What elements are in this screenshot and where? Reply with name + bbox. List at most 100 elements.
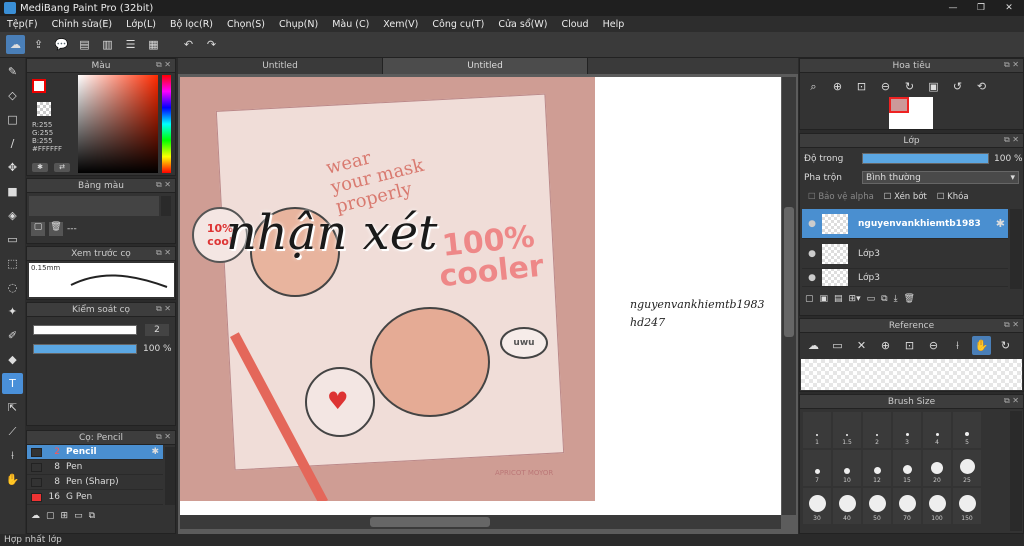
redo-icon[interactable]: ↷ <box>202 35 221 54</box>
visibility-icon[interactable]: ● <box>802 273 822 283</box>
horizontal-scrollbar[interactable] <box>180 515 781 529</box>
brush-size-preset[interactable]: 40 <box>833 488 861 524</box>
panel-expand-icon[interactable]: ⧉ ✕ <box>1004 320 1019 330</box>
duplicate-icon[interactable]: ⧉ <box>89 511 95 521</box>
protect-alpha-checkbox[interactable]: ☐ Bảo vệ alpha <box>808 192 874 202</box>
reference-image-area[interactable] <box>801 359 1022 390</box>
actual-size-icon[interactable]: ▣ <box>924 77 943 96</box>
document-icon[interactable]: ▤ <box>75 35 94 54</box>
navigator-thumbnail[interactable] <box>889 97 933 129</box>
brush-size-preset[interactable]: 3 <box>893 412 921 448</box>
layer-row[interactable]: ● nguyenvankhiemtb1983 ✱ <box>802 209 1008 239</box>
swap-color-icon[interactable]: ⇄ <box>54 163 70 172</box>
select-rect-icon[interactable]: ⬚ <box>2 253 23 274</box>
line-tool-icon[interactable]: ∕ <box>2 133 23 154</box>
brush-size-preset[interactable]: 7 <box>803 450 831 486</box>
hand-icon[interactable]: ✋ <box>972 336 991 355</box>
hand-tool-icon[interactable]: ✋ <box>2 469 23 490</box>
brush-size-slider[interactable] <box>33 325 137 335</box>
brush-size-preset[interactable]: 100 <box>923 488 951 524</box>
eyedropper-icon[interactable]: ⟊ <box>2 445 23 466</box>
maximize-button[interactable]: ❐ <box>970 1 992 14</box>
panel-expand-icon[interactable]: ⧉ ✕ <box>1004 396 1019 406</box>
shape-tool-icon[interactable]: □ <box>2 109 23 130</box>
layer-scrollbar[interactable] <box>1010 209 1022 289</box>
brush-size-value[interactable]: 2 <box>145 324 169 336</box>
panel-expand-icon[interactable]: ⧉ ✕ <box>156 248 171 258</box>
background-color-swatch[interactable] <box>37 102 51 116</box>
open-folder-icon[interactable]: ▭ <box>828 336 847 355</box>
panel-expand-icon[interactable]: ⧉ ✕ <box>1004 135 1019 145</box>
rotate-icon[interactable]: ↻ <box>900 77 919 96</box>
brush-list-scrollbar[interactable] <box>165 447 175 505</box>
clip-checkbox[interactable]: ☐ Xén bớt <box>884 192 927 202</box>
fit-icon[interactable]: ⊡ <box>900 336 919 355</box>
visibility-icon[interactable]: ● <box>802 249 822 259</box>
brush-size-preset[interactable]: 25 <box>953 450 981 486</box>
brush-size-preset[interactable]: 30 <box>803 488 831 524</box>
palette-list[interactable] <box>29 196 159 216</box>
menu-select[interactable]: Chọn(S) <box>220 19 272 30</box>
new-brush-icon[interactable]: ▢ <box>46 511 55 521</box>
tab-untitled-2[interactable]: Untitled <box>383 58 588 74</box>
duplicate-layer-icon[interactable]: ⧉ <box>881 294 887 304</box>
brush-tool-icon[interactable]: ✎ <box>2 61 23 82</box>
close-button[interactable]: ✕ <box>998 1 1020 14</box>
brush-size-preset[interactable]: 1.5 <box>833 412 861 448</box>
select-eraser-icon[interactable]: ◆ <box>2 349 23 370</box>
page-icon[interactable]: ▥ <box>98 35 117 54</box>
brush-size-preset[interactable]: 2 <box>863 412 891 448</box>
panel-expand-icon[interactable]: ⧉ ✕ <box>156 60 171 70</box>
folder-icon[interactable]: ▭ <box>74 511 83 521</box>
menu-snap[interactable]: Chụp(N) <box>272 19 325 30</box>
add-brush-icon[interactable]: ⊞ <box>61 511 69 521</box>
lock-checkbox[interactable]: ☐ Khóa <box>937 192 969 202</box>
gear-icon[interactable]: ✱ <box>151 447 159 457</box>
brush-size-preset[interactable]: 15 <box>893 450 921 486</box>
magic-wand-icon[interactable]: ✦ <box>2 301 23 322</box>
brush-size-preset[interactable]: 70 <box>893 488 921 524</box>
operation-tool-icon[interactable]: ⇱ <box>2 397 23 418</box>
select-pen-icon[interactable]: ✐ <box>2 325 23 346</box>
add-color-icon[interactable]: ✱ <box>32 163 48 172</box>
panel-expand-icon[interactable]: ⧉ ✕ <box>1004 60 1019 70</box>
comment-icon[interactable]: 💬 <box>52 35 71 54</box>
add-layer-dropdown-icon[interactable]: ⊞▾ <box>849 294 861 304</box>
tab-untitled-1[interactable]: Untitled <box>178 58 383 74</box>
eyedropper-icon[interactable]: ⟊ <box>948 336 967 355</box>
brush-size-preset[interactable]: 10 <box>833 450 861 486</box>
close-reference-icon[interactable]: ✕ <box>852 336 871 355</box>
folder-icon[interactable]: ▭ <box>867 294 876 304</box>
vertical-scroll-thumb[interactable] <box>784 207 794 337</box>
fill-rect-tool-icon[interactable]: ■ <box>2 181 23 202</box>
grid-icon[interactable]: ▦ <box>144 35 163 54</box>
brush-size-preset[interactable]: 1 <box>803 412 831 448</box>
layer-opacity-slider[interactable] <box>862 153 989 164</box>
share-icon[interactable]: ⇪ <box>29 35 48 54</box>
layer-row[interactable]: ● Lớp3 <box>802 239 1008 269</box>
zoom-out-icon[interactable]: ⊖ <box>876 77 895 96</box>
brush-item[interactable]: 8 Pen <box>27 460 163 475</box>
list-icon[interactable]: ☰ <box>121 35 140 54</box>
saturation-value-picker[interactable] <box>78 75 158 173</box>
rotate-left-icon[interactable]: ↺ <box>948 77 967 96</box>
menu-view[interactable]: Xem(V) <box>376 19 425 30</box>
brush-size-preset[interactable]: 150 <box>953 488 981 524</box>
brush-size-preset[interactable]: 12 <box>863 450 891 486</box>
menu-color[interactable]: Màu (C) <box>325 19 376 30</box>
panel-expand-icon[interactable]: ⧉ ✕ <box>156 180 171 190</box>
brush-size-scrollbar[interactable] <box>1010 411 1022 531</box>
vertical-scrollbar[interactable] <box>782 77 796 515</box>
zoom-out-icon[interactable]: ⊖ <box>924 336 943 355</box>
hue-slider[interactable] <box>162 75 171 173</box>
brush-size-preset[interactable]: 50 <box>863 488 891 524</box>
fit-icon[interactable]: ⊡ <box>852 77 871 96</box>
brush-item[interactable]: 16 G Pen <box>27 490 163 505</box>
layer-row[interactable]: ● Lớp3 <box>802 269 1008 287</box>
gear-icon[interactable]: ✱ <box>996 217 1005 230</box>
lasso-tool-icon[interactable]: ◌ <box>2 277 23 298</box>
visibility-icon[interactable]: ● <box>802 219 822 229</box>
merge-layer-icon[interactable]: ⤓ <box>894 294 898 304</box>
move-tool-icon[interactable]: ✥ <box>2 157 23 178</box>
new-palette-icon[interactable]: ▢ <box>31 222 45 236</box>
